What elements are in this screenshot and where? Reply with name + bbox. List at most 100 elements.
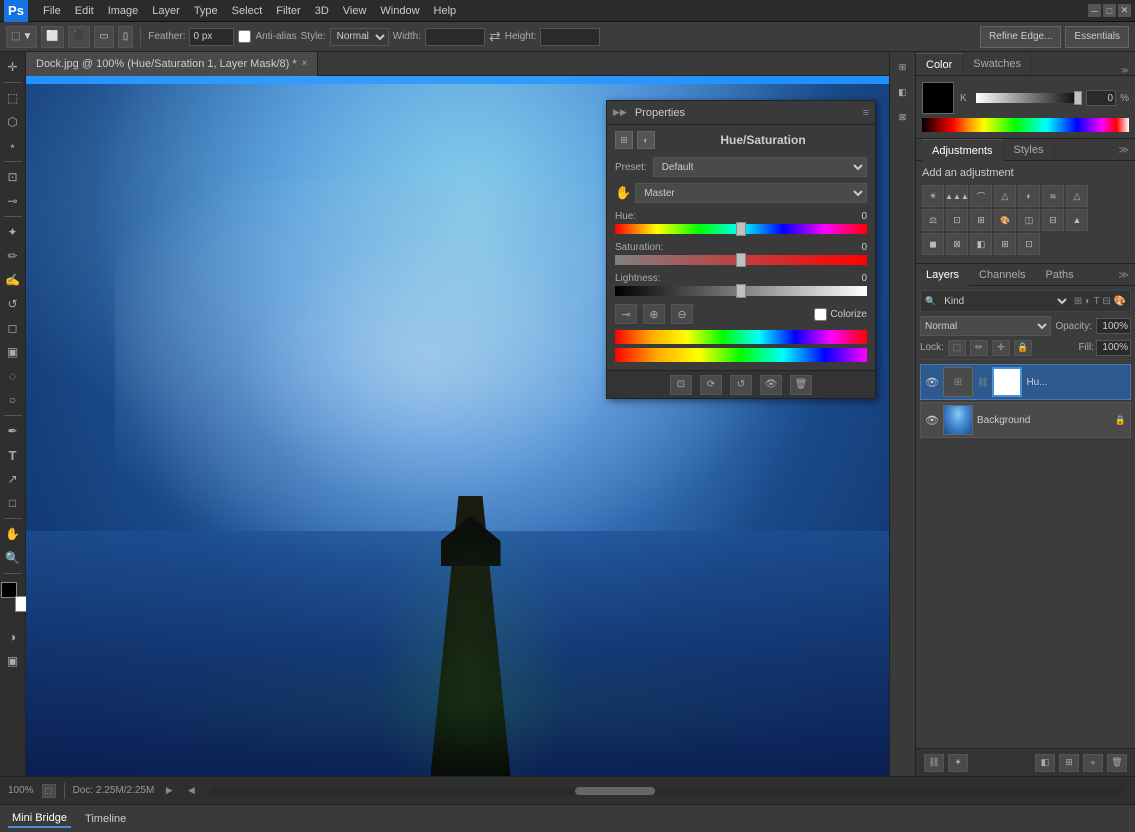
preset-select[interactable]: Default: [653, 157, 867, 177]
magic-wand-tool[interactable]: ⋆: [2, 135, 24, 157]
toggle-vis-btn[interactable]: 👁: [760, 375, 782, 395]
brush-tool[interactable]: ✏: [2, 245, 24, 267]
minimize-button[interactable]: ─: [1088, 4, 1101, 17]
layer-link-hue[interactable]: ⛓: [977, 377, 988, 388]
properties-menu-icon[interactable]: ≡: [863, 107, 869, 119]
shape-tool[interactable]: □: [2, 492, 24, 514]
panel-icon-3[interactable]: ⊠: [892, 106, 914, 128]
k-slider-track[interactable]: [976, 93, 1082, 103]
k-slider-thumb[interactable]: [1074, 91, 1082, 105]
close-button[interactable]: ✕: [1118, 4, 1131, 17]
lasso-tool[interactable]: ⬡: [2, 111, 24, 133]
light-thumb[interactable]: [736, 284, 746, 298]
menu-3d[interactable]: 3D: [308, 0, 336, 22]
width-input[interactable]: [425, 28, 485, 46]
light-track[interactable]: [615, 286, 867, 296]
adj-icon-photofilter[interactable]: ⊡: [946, 209, 968, 231]
tab-mini-bridge[interactable]: Mini Bridge: [8, 810, 71, 828]
adj-icon-gradientfill[interactable]: ⊞: [994, 233, 1016, 255]
adj-icon-colorbal[interactable]: △: [1066, 185, 1088, 207]
feather-input[interactable]: [189, 28, 234, 46]
delete-adj-btn[interactable]: 🗑: [790, 375, 812, 395]
channel-select[interactable]: Master: [635, 183, 867, 203]
tab-color[interactable]: Color: [916, 53, 963, 75]
essentials-button[interactable]: Essentials: [1065, 26, 1129, 48]
status-scroll-track[interactable]: [210, 787, 1123, 795]
zoom-tool[interactable]: 🔍: [2, 547, 24, 569]
adj-icon-huesat[interactable]: ≋: [1042, 185, 1064, 207]
canvas-tab-close[interactable]: ×: [302, 58, 308, 69]
restore-button[interactable]: □: [1103, 4, 1116, 17]
panel-icon-2[interactable]: ◧: [892, 81, 914, 103]
pen-tool[interactable]: ✒: [2, 420, 24, 442]
hand-icon[interactable]: ✋: [615, 185, 631, 201]
clone-tool[interactable]: ✍: [2, 269, 24, 291]
tab-timeline[interactable]: Timeline: [81, 811, 130, 827]
anti-alias-checkbox[interactable]: [238, 30, 251, 43]
tool-single-row[interactable]: ▭: [94, 26, 113, 48]
hue-thumb[interactable]: [736, 222, 746, 236]
marquee-tool[interactable]: ⬚ ▼: [6, 26, 37, 48]
quick-mask-btn[interactable]: ◑: [2, 626, 24, 648]
menu-view[interactable]: View: [336, 0, 374, 22]
refine-edge-button[interactable]: Refine Edge...: [980, 26, 1061, 48]
menu-select[interactable]: Select: [225, 0, 270, 22]
adj-icon-exposure[interactable]: △: [994, 185, 1016, 207]
reset-btn[interactable]: ↺: [730, 375, 752, 395]
history-brush[interactable]: ↺: [2, 293, 24, 315]
play-btn[interactable]: ▶: [162, 784, 176, 798]
adj-icon-curves[interactable]: ⌒: [970, 185, 992, 207]
delete-layer-btn[interactable]: 🗑: [1107, 754, 1127, 772]
lock-all[interactable]: 🔒: [1014, 340, 1032, 356]
menu-edit[interactable]: Edit: [68, 0, 101, 22]
tool-single-col[interactable]: ▯: [118, 26, 134, 48]
tab-styles[interactable]: Styles: [1004, 139, 1055, 161]
fill-input[interactable]: [1096, 340, 1131, 356]
k-value-input[interactable]: [1086, 90, 1116, 106]
layer-item-background[interactable]: 👁 Background 🔒: [920, 402, 1131, 438]
crop-tool[interactable]: ⊡: [2, 166, 24, 188]
move-tool[interactable]: ✛: [2, 56, 24, 78]
menu-type[interactable]: Type: [187, 0, 225, 22]
screen-mode-btn[interactable]: ▣: [2, 650, 24, 672]
blend-mode-select[interactable]: Normal: [920, 316, 1051, 336]
gradient-tool[interactable]: ▣: [2, 341, 24, 363]
adj-icon-channelmix[interactable]: ⊞: [970, 209, 992, 231]
new-group-btn[interactable]: ⊞: [1059, 754, 1079, 772]
tool-rect[interactable]: ⬜: [41, 26, 63, 48]
opacity-input[interactable]: [1096, 318, 1131, 334]
menu-filter[interactable]: Filter: [269, 0, 307, 22]
adj-icon-brightness[interactable]: ☀: [922, 185, 944, 207]
lock-brush[interactable]: ✏: [970, 340, 988, 356]
eyedropper-btn[interactable]: ⊸: [615, 304, 637, 324]
style-select[interactable]: Normal: [330, 28, 389, 46]
color-panel-expand[interactable]: ≫: [1121, 66, 1129, 75]
status-scroll-thumb[interactable]: [575, 787, 655, 795]
path-tool[interactable]: ↗: [2, 468, 24, 490]
tool-round-rect[interactable]: ⬛: [68, 26, 90, 48]
tab-layers[interactable]: Layers: [916, 264, 969, 286]
adj-icon-bw[interactable]: ⚖: [922, 209, 944, 231]
adj-icon-invert[interactable]: ◫: [1018, 209, 1040, 231]
add-mask-btn[interactable]: ◧: [1035, 754, 1055, 772]
clip-to-layer-btn[interactable]: ⊡: [670, 375, 692, 395]
eyedropper-plus-btn[interactable]: ⊕: [643, 304, 665, 324]
blur-tool[interactable]: ◌: [2, 365, 24, 387]
status-icon-btn[interactable]: ⬚: [42, 784, 56, 798]
tab-adjustments[interactable]: Adjustments: [922, 139, 1004, 161]
tab-paths[interactable]: Paths: [1036, 264, 1084, 286]
color-spectrum-bar[interactable]: [922, 118, 1129, 132]
layer-vis-hue[interactable]: 👁: [925, 375, 939, 389]
new-layer-btn[interactable]: +: [1083, 754, 1103, 772]
panel-icon-1[interactable]: ⊞: [892, 56, 914, 78]
menu-file[interactable]: File: [36, 0, 68, 22]
lock-checkerboard[interactable]: ⬚: [948, 340, 966, 356]
adj-icon-gradient[interactable]: ◼: [922, 233, 944, 255]
height-input[interactable]: [540, 28, 600, 46]
adj-icon-pattern[interactable]: ⊡: [1018, 233, 1040, 255]
back-btn[interactable]: ◀: [184, 784, 198, 798]
swap-icon[interactable]: ⇄: [489, 28, 501, 45]
eyedropper-tool[interactable]: ⊸: [2, 190, 24, 212]
marquee-tool-v[interactable]: ⬚: [2, 87, 24, 109]
layer-item-hue-sat[interactable]: 👁 ⊞ ⛓ Hu...: [920, 364, 1131, 400]
